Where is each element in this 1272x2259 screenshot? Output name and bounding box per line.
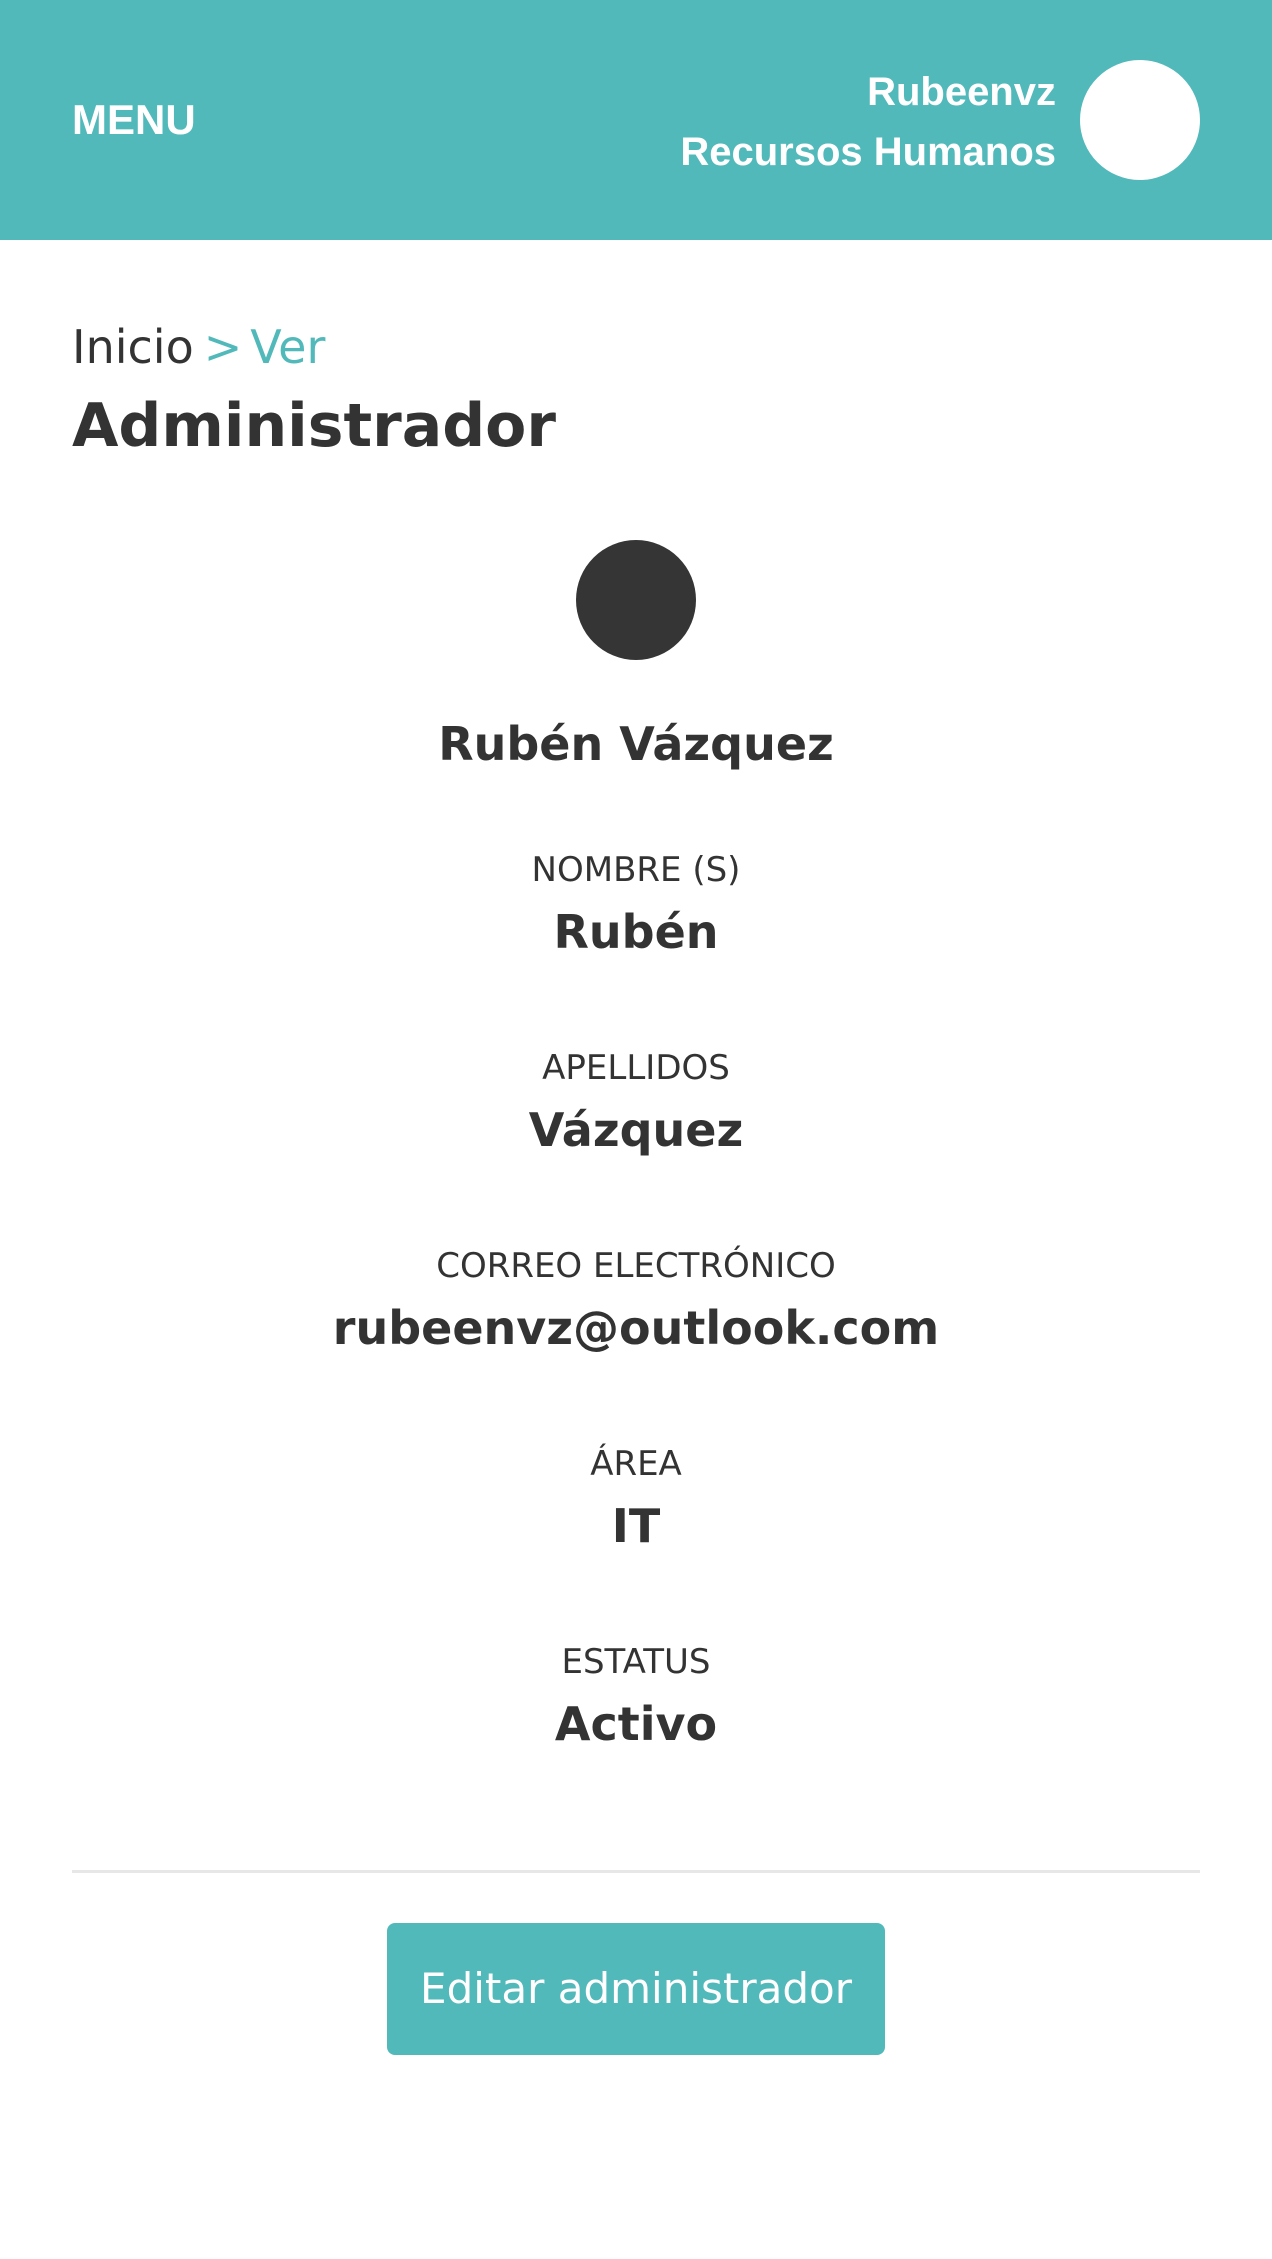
user-name: Rubeenvz [867, 70, 1056, 114]
field-value: Rubén [553, 905, 719, 959]
breadcrumb: Inicio > Ver [72, 316, 325, 378]
breadcrumb-separator: > [203, 320, 243, 374]
field-label: ÁREA [590, 1444, 682, 1484]
menu-button[interactable]: MENU [72, 96, 196, 144]
field-label: APELLIDOS [542, 1048, 730, 1088]
user-avatar-icon[interactable] [1080, 60, 1200, 180]
page-title: Administrador [72, 391, 556, 461]
divider [72, 1870, 1200, 1873]
breadcrumb-current: Ver [250, 320, 326, 374]
field-status: ESTATUS Activo [0, 1640, 1272, 1756]
field-label: ESTATUS [561, 1642, 711, 1682]
field-label: CORREO ELECTRÓNICO [436, 1246, 836, 1286]
field-last-name: APELLIDOS Vázquez [0, 1046, 1272, 1162]
field-value: Vázquez [528, 1103, 744, 1157]
field-area: ÁREA IT [0, 1442, 1272, 1558]
field-label: NOMBRE (S) [531, 850, 741, 890]
profile-full-name: Rubén Vázquez [438, 717, 834, 771]
field-value: rubeenvz@outlook.com [332, 1301, 940, 1355]
user-info: Rubeenvz Recursos Humanos [680, 62, 1056, 182]
field-email: CORREO ELECTRÓNICO rubeenvz@outlook.com [0, 1244, 1272, 1360]
field-value: IT [611, 1499, 661, 1553]
top-navigation-bar: MENU Rubeenvz Recursos Humanos [0, 0, 1272, 240]
field-first-name: NOMBRE (S) Rubén [0, 848, 1272, 964]
edit-administrator-button[interactable]: Editar administrador [387, 1923, 885, 2055]
field-value: Activo [554, 1697, 718, 1751]
user-department: Recursos Humanos [680, 130, 1056, 174]
breadcrumb-home-link[interactable]: Inicio [72, 320, 194, 374]
profile-avatar-icon [576, 540, 696, 660]
